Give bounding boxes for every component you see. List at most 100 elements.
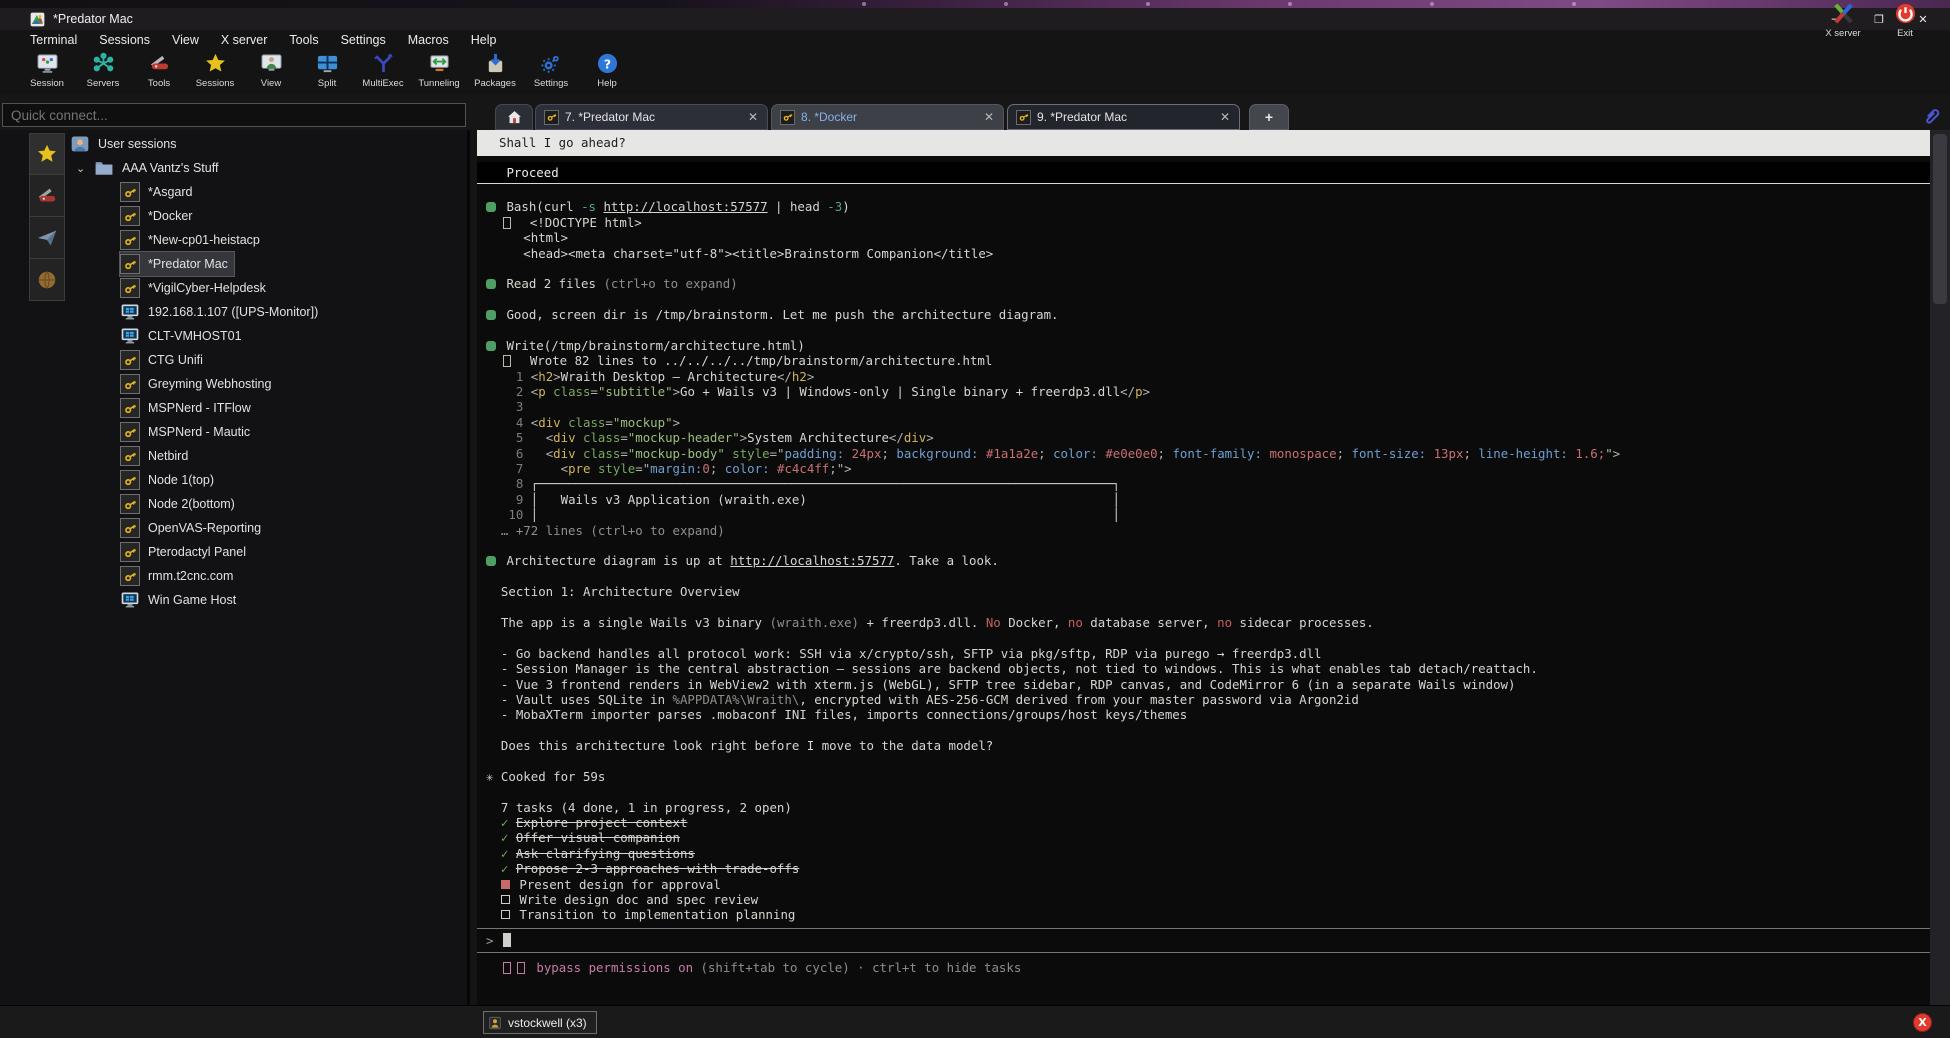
tab-close-icon[interactable]: ✕ (748, 110, 758, 124)
toolbar-help-button[interactable]: ?Help (579, 50, 635, 94)
power-icon (1894, 2, 1917, 25)
key-icon (120, 350, 140, 370)
terminal-line (477, 569, 1930, 584)
toolbar-tunneling-button[interactable]: Tunneling (411, 50, 467, 94)
session-item-netbird[interactable]: Netbird (64, 444, 465, 468)
terminal-scrollbar[interactable] (1930, 130, 1950, 1005)
text-segment: p (1135, 384, 1142, 399)
toolbar-label: Help (597, 78, 617, 89)
paperclip-icon[interactable] (1920, 105, 1942, 127)
menu-x-server[interactable]: X server (210, 30, 279, 50)
text-segment: div (553, 430, 575, 445)
session-item-greyming-webhosting[interactable]: Greyming Webhosting (64, 372, 465, 396)
tab-home[interactable] (495, 104, 533, 130)
text-segment: > (807, 369, 814, 384)
toolbar-label: Sessions (196, 78, 235, 89)
toolbar-servers-button[interactable]: Servers (75, 50, 131, 94)
notification-close-icon[interactable]: X (1913, 1013, 1932, 1032)
quick-connect-input[interactable] (2, 103, 466, 127)
text-segment: (shift+tab to cycle) (701, 960, 850, 975)
session-item-aaa-vantz-s-stuff[interactable]: ⌄AAA Vantz's Stuff (64, 156, 465, 180)
taskbar-dot (1572, 2, 1576, 6)
session-item-asgard[interactable]: *Asgard (64, 180, 465, 204)
tab-9-predator-mac[interactable]: 9. *Predator Mac✕ (1007, 104, 1240, 130)
session-item-user-sessions[interactable]: User sessions (64, 132, 465, 156)
session-item-docker[interactable]: *Docker (64, 204, 465, 228)
session-item-ctg-unifi[interactable]: CTG Unifi (64, 348, 465, 372)
text-segment (1426, 446, 1433, 461)
session-item-win-game-host[interactable]: Win Game Host (64, 588, 465, 612)
text-segment: class (583, 446, 620, 461)
toolbar-exit-button[interactable]: Exit (1874, 0, 1936, 39)
session-label: User sessions (98, 137, 177, 151)
session-item-node-1-top[interactable]: Node 1(top) (64, 468, 465, 492)
session-item-pterodactyl-panel[interactable]: Pterodactyl Panel (64, 540, 465, 564)
menu-settings[interactable]: Settings (330, 30, 397, 50)
session-item-rmm-t2cnc-com[interactable]: rmm.t2cnc.com (64, 564, 465, 588)
text-segment: database server, (1083, 615, 1217, 630)
terminal-line: <html> (477, 230, 1930, 245)
terminal-line: ✓ Propose 2-3 approaches with trade-offs (477, 861, 1930, 876)
person-icon (488, 1016, 502, 1030)
rail-swiss-knife-icon[interactable] (29, 175, 65, 217)
session-item-openvas-reporting[interactable]: OpenVAS-Reporting (64, 516, 465, 540)
menu-view[interactable]: View (161, 30, 210, 50)
toolbar-label: Tools (148, 78, 170, 89)
sidebar-rail (29, 133, 65, 301)
scrollbar-thumb[interactable] (1933, 134, 1947, 304)
toolbar-view-button[interactable]: View (243, 50, 299, 94)
tab-close-icon[interactable]: ✕ (1220, 110, 1230, 124)
tab-close-icon[interactable]: ✕ (984, 110, 994, 124)
rail-star-icon[interactable] (29, 133, 65, 175)
text-segment: 1 (486, 369, 531, 384)
toolbar-settings-button[interactable]: Settings (523, 50, 579, 94)
menu-sessions[interactable]: Sessions (88, 30, 161, 50)
toolbar-session-button[interactable]: Session (19, 50, 75, 94)
terminal-prompt[interactable]: > (477, 928, 1930, 953)
menu-macros[interactable]: Macros (397, 30, 460, 50)
toolbar-label: MultiExec (362, 78, 403, 89)
session-item-clt-vmhost01[interactable]: CLT-VMHOST01 (64, 324, 465, 348)
toolbar-x-server-button[interactable]: X server (1812, 0, 1874, 39)
session-item-192-168-1-107-ups-monitor[interactable]: 192.168.1.107 ([UPS-Monitor]) (64, 300, 465, 324)
text-segment: Section 1: Architecture Overview (486, 584, 740, 599)
assistant-bullet-icon (486, 341, 496, 351)
text-segment: . Take a look. (894, 553, 998, 568)
session-item-node-2-bottom[interactable]: Node 2(bottom) (64, 492, 465, 516)
toolbar-tools-button[interactable]: Tools (131, 50, 187, 94)
tab-8-docker[interactable]: 8. *Docker✕ (771, 104, 1004, 130)
toolbar-label: Servers (87, 78, 120, 89)
text-segment: - Go backend handles all protocol work: … (486, 646, 1322, 661)
session-item-vigilcyber-helpdesk[interactable]: *VigilCyber-Helpdesk (64, 276, 465, 300)
toolbar-sessions-button[interactable]: Sessions (187, 50, 243, 94)
key-icon (120, 398, 140, 418)
toolbar-packages-button[interactable]: Packages (467, 50, 523, 94)
session-item-mspnerd-mautic[interactable]: MSPNerd - Mautic (64, 420, 465, 444)
terminal-line: Section 1: Architecture Overview (477, 584, 1930, 599)
terminal-output[interactable]: Shall I go ahead? Proceed Bash(curl -s h… (477, 130, 1930, 1005)
rail-globe-icon[interactable] (29, 259, 65, 301)
toolbar-split-button[interactable]: Split (299, 50, 355, 94)
text-segment (486, 892, 501, 907)
text-segment: pre (568, 461, 590, 476)
toolbar-multiexec-button[interactable]: MultiExec (355, 50, 411, 94)
assistant-bullet-icon (486, 202, 496, 212)
session-label: Pterodactyl Panel (148, 545, 246, 559)
session-item-mspnerd-itflow[interactable]: MSPNerd - ITFlow (64, 396, 465, 420)
text-segment: </ (1120, 384, 1135, 399)
key-icon (780, 110, 795, 125)
menu-terminal[interactable]: Terminal (19, 30, 88, 50)
rail-paper-plane-icon[interactable] (29, 217, 65, 259)
chevron-down-icon[interactable]: ⌄ (76, 162, 90, 175)
session-item-predator-mac[interactable]: *Predator Mac (64, 252, 465, 276)
session-item-new-cp01-heistacp[interactable]: *New-cp01-heistacp (64, 228, 465, 252)
tab-7-predator-mac[interactable]: 7. *Predator Mac✕ (535, 104, 768, 130)
proceed-option[interactable]: Proceed (477, 162, 1930, 184)
new-tab-button[interactable]: + (1249, 104, 1289, 130)
menu-help[interactable]: Help (460, 30, 508, 50)
session-label: rmm.t2cnc.com (148, 569, 233, 583)
menu-tools[interactable]: Tools (278, 30, 329, 50)
taskbar-dot (862, 2, 866, 6)
text-segment: ;"> (829, 461, 851, 476)
session-user-button[interactable]: vstockwell (x3) (483, 1011, 597, 1034)
